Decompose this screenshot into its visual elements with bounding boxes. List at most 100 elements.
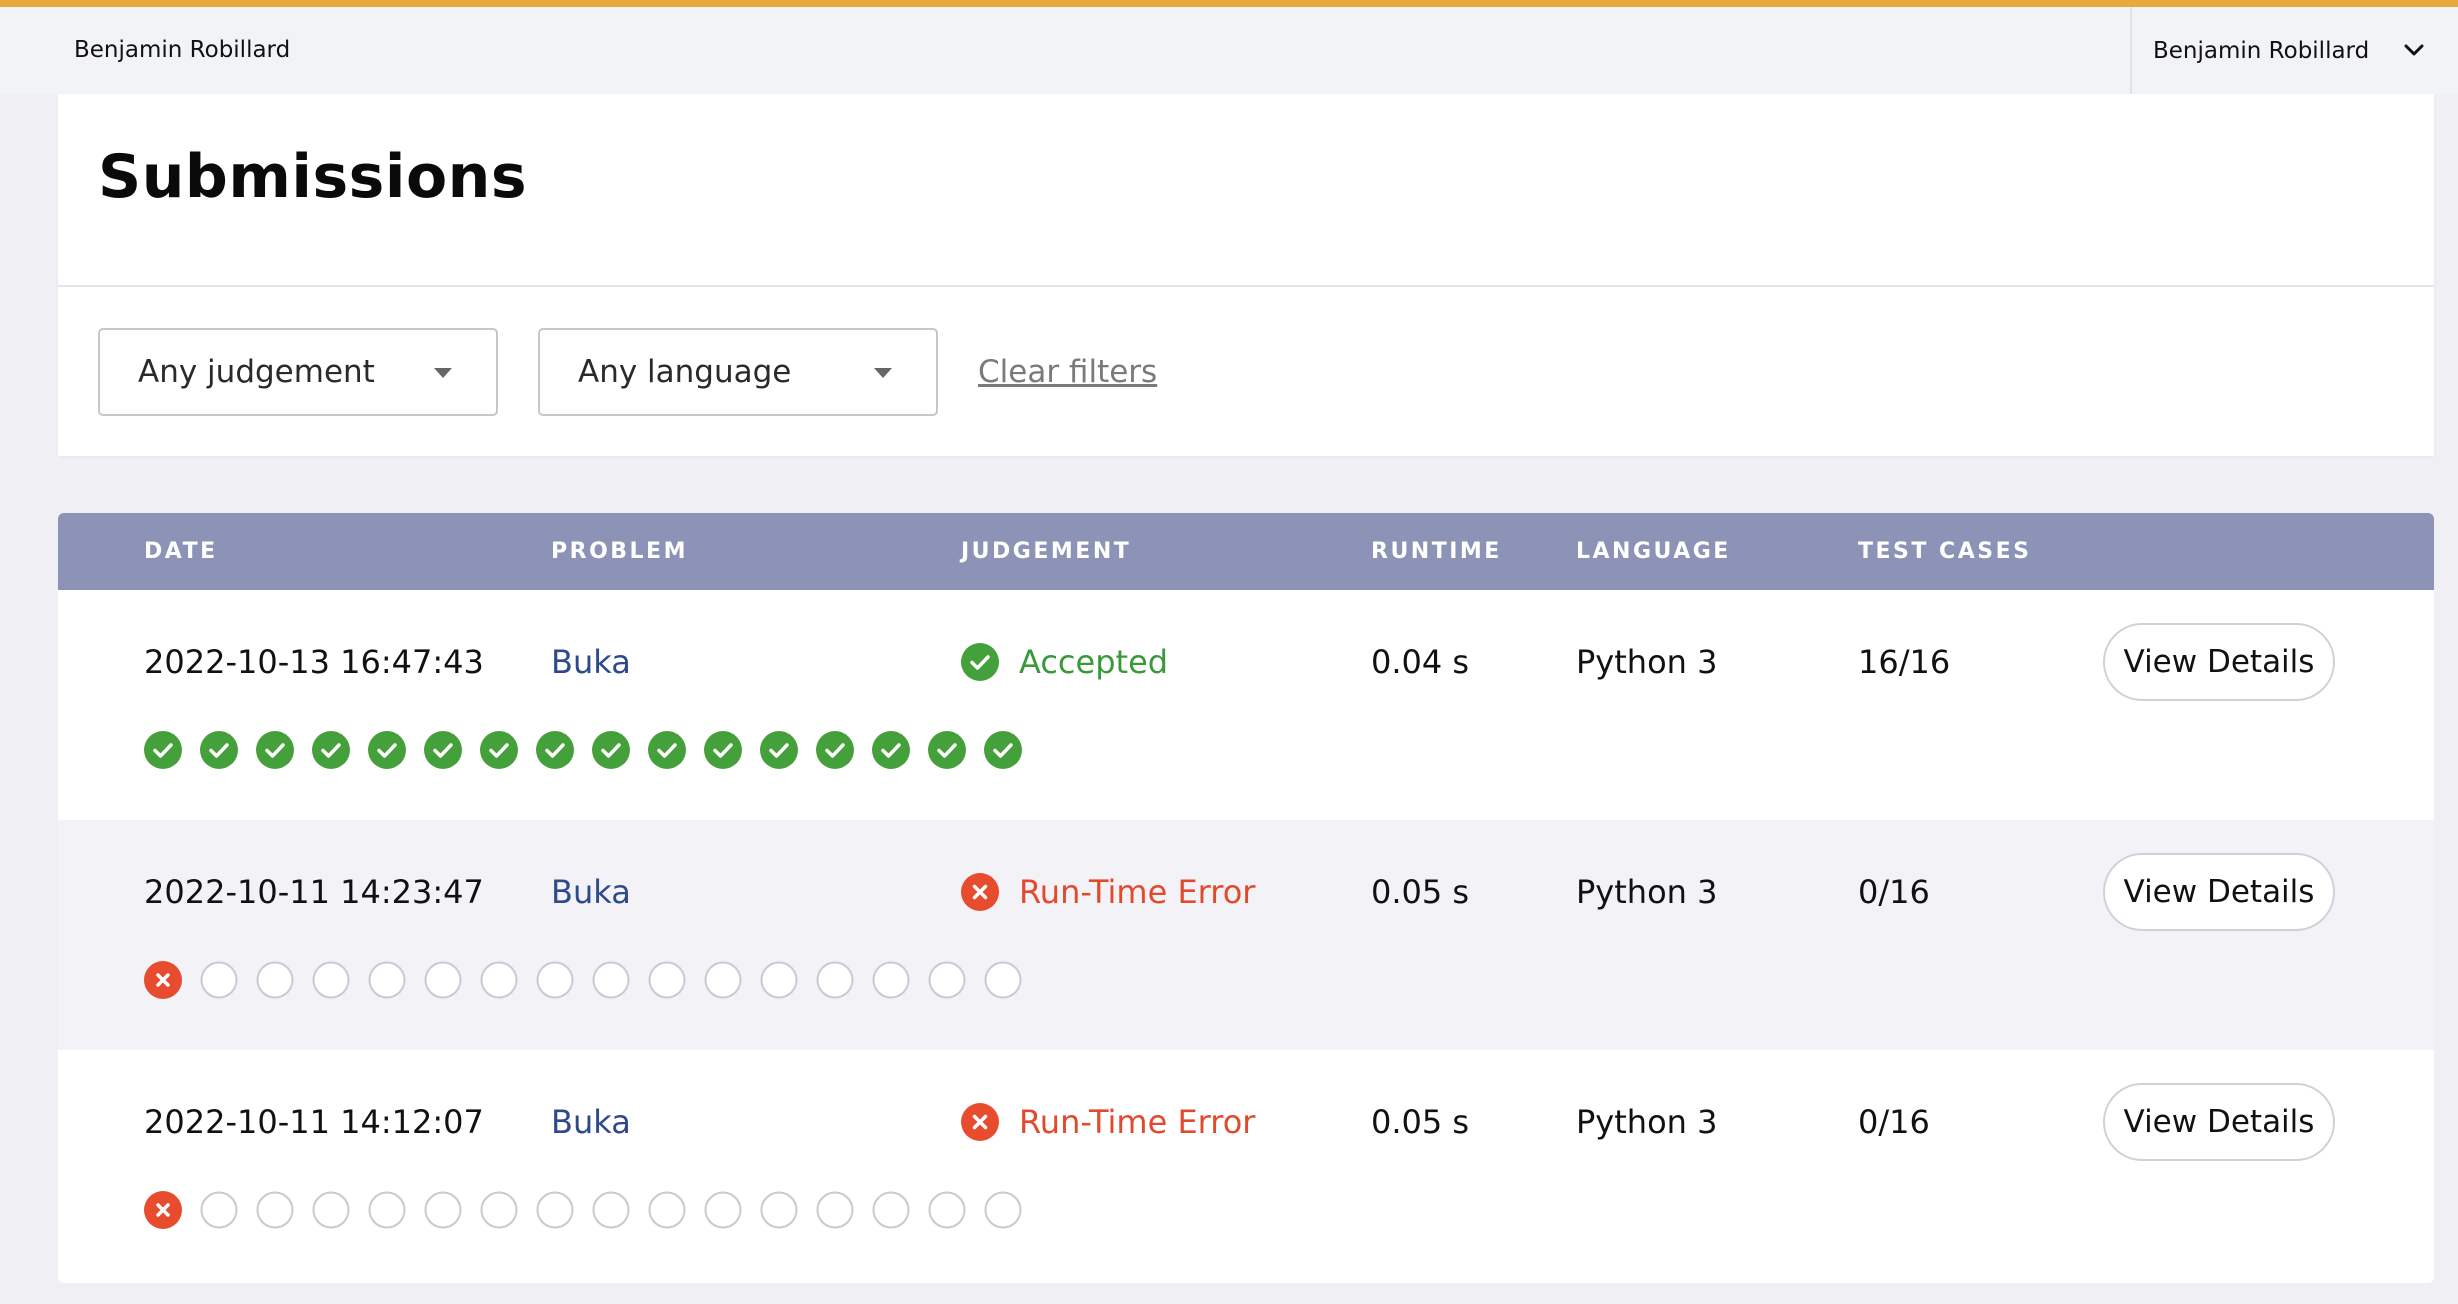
test-case-passed-icon[interactable] — [368, 731, 406, 769]
submission-date: 2022-10-11 14:23:47 — [144, 873, 484, 911]
test-case-not-run-icon — [984, 1191, 1022, 1229]
divider — [58, 285, 2434, 287]
test-case-not-run-icon — [368, 1191, 406, 1229]
judgement-label: Accepted — [1019, 643, 1169, 681]
language-value: Python 3 — [1576, 643, 1718, 681]
runtime-value: 0.04 s — [1371, 643, 1470, 681]
column-header-test-cases: TEST CASES — [1858, 539, 2032, 564]
test-case-not-run-icon — [424, 961, 462, 999]
runtime-value: 0.05 s — [1371, 873, 1470, 911]
language-value: Python 3 — [1576, 873, 1718, 911]
problem-link[interactable]: Buka — [551, 642, 631, 682]
error-circle-icon — [961, 1103, 999, 1141]
test-case-passed-icon[interactable] — [200, 731, 238, 769]
chevron-down-icon[interactable] — [2402, 40, 2426, 60]
test-case-passed-icon[interactable] — [928, 731, 966, 769]
test-case-passed-icon[interactable] — [816, 731, 854, 769]
test-case-passed-icon[interactable] — [984, 731, 1022, 769]
test-case-not-run-icon — [368, 961, 406, 999]
judgement-status: Accepted — [961, 642, 1168, 682]
column-header-date: DATE — [144, 539, 218, 564]
test-case-not-run-icon — [872, 961, 910, 999]
test-case-not-run-icon — [480, 1191, 518, 1229]
test-case-indicators — [144, 961, 1022, 1001]
test-case-not-run-icon — [256, 1191, 294, 1229]
test-case-not-run-icon — [872, 1191, 910, 1229]
column-header-problem: PROBLEM — [551, 539, 688, 564]
test-case-not-run-icon — [200, 1191, 238, 1229]
test-case-passed-icon[interactable] — [704, 731, 742, 769]
caret-down-icon — [434, 368, 452, 378]
table-header: DATE PROBLEM JUDGEMENT RUNTIME LANGUAGE … — [58, 513, 2434, 590]
submission-date: 2022-10-11 14:12:07 — [144, 1103, 484, 1141]
test-case-not-run-icon — [256, 961, 294, 999]
test-case-not-run-icon — [312, 1191, 350, 1229]
test-case-not-run-icon — [480, 961, 518, 999]
test-case-not-run-icon — [536, 1191, 574, 1229]
runtime-value: 0.05 s — [1371, 1103, 1470, 1141]
test-case-not-run-icon — [312, 961, 350, 999]
test-case-passed-icon[interactable] — [648, 731, 686, 769]
test-cases-value: 0/16 — [1858, 873, 1930, 911]
test-case-failed-icon[interactable] — [144, 961, 182, 999]
test-case-not-run-icon — [648, 1191, 686, 1229]
test-case-failed-icon[interactable] — [144, 1191, 182, 1229]
test-case-not-run-icon — [536, 961, 574, 999]
submission-date: 2022-10-13 16:47:43 — [144, 643, 484, 681]
test-case-passed-icon[interactable] — [480, 731, 518, 769]
test-case-not-run-icon — [760, 1191, 798, 1229]
test-case-not-run-icon — [928, 961, 966, 999]
language-filter-select[interactable]: Any language — [538, 328, 938, 416]
user-menu-name: Benjamin Robillard — [2153, 37, 2370, 64]
column-header-language: LANGUAGE — [1576, 539, 1731, 564]
test-case-not-run-icon — [704, 961, 742, 999]
test-case-not-run-icon — [424, 1191, 462, 1229]
column-header-judgement: JUDGEMENT — [961, 539, 1132, 564]
caret-down-icon — [874, 368, 892, 378]
test-case-passed-icon[interactable] — [592, 731, 630, 769]
test-case-passed-icon[interactable] — [256, 731, 294, 769]
problem-link[interactable]: Buka — [551, 1102, 631, 1142]
view-details-button[interactable]: View Details — [2103, 1083, 2335, 1161]
top-accent-bar — [0, 0, 2458, 7]
test-case-indicators — [144, 731, 1022, 771]
table-row: 2022-10-11 14:12:07 Buka Run-Time Error 0.0… — [58, 1050, 2434, 1280]
test-cases-value: 0/16 — [1858, 1103, 1930, 1141]
test-case-indicators — [144, 1191, 1022, 1231]
test-case-not-run-icon — [984, 961, 1022, 999]
judgement-label: Run-Time Error — [1019, 873, 1256, 911]
clear-filters-link[interactable]: Clear filters — [978, 328, 1157, 416]
test-case-passed-icon[interactable] — [312, 731, 350, 769]
test-cases-value: 16/16 — [1858, 643, 1951, 681]
error-circle-icon — [961, 873, 999, 911]
column-header-runtime: RUNTIME — [1371, 539, 1502, 564]
test-case-passed-icon[interactable] — [536, 731, 574, 769]
test-case-not-run-icon — [816, 1191, 854, 1229]
language-value: Python 3 — [1576, 1103, 1718, 1141]
test-case-not-run-icon — [760, 961, 798, 999]
test-case-not-run-icon — [200, 961, 238, 999]
check-circle-icon — [961, 643, 999, 681]
judgement-filter-value: Any judgement — [138, 354, 375, 390]
submissions-header-card: Submissions Any judgement Any language C… — [58, 94, 2434, 456]
problem-link[interactable]: Buka — [551, 872, 631, 912]
judgement-filter-select[interactable]: Any judgement — [98, 328, 498, 416]
user-menu[interactable]: Benjamin Robillard — [2130, 7, 2458, 94]
view-details-button[interactable]: View Details — [2103, 623, 2335, 701]
test-case-passed-icon[interactable] — [760, 731, 798, 769]
judgement-status: Run-Time Error — [961, 872, 1255, 912]
top-bar: Benjamin Robillard Benjamin Robillard — [0, 7, 2458, 94]
test-case-not-run-icon — [928, 1191, 966, 1229]
submissions-table: DATE PROBLEM JUDGEMENT RUNTIME LANGUAGE … — [58, 513, 2434, 1283]
test-case-passed-icon[interactable] — [424, 731, 462, 769]
language-filter-value: Any language — [578, 354, 792, 390]
user-name-label: Benjamin Robillard — [74, 37, 291, 63]
judgement-status: Run-Time Error — [961, 1102, 1255, 1142]
test-case-passed-icon[interactable] — [872, 731, 910, 769]
test-case-not-run-icon — [592, 1191, 630, 1229]
test-case-passed-icon[interactable] — [144, 731, 182, 769]
view-details-button[interactable]: View Details — [2103, 853, 2335, 931]
test-case-not-run-icon — [816, 961, 854, 999]
table-row: 2022-10-11 14:23:47 Buka Run-Time Error 0.0… — [58, 820, 2434, 1050]
test-case-not-run-icon — [592, 961, 630, 999]
